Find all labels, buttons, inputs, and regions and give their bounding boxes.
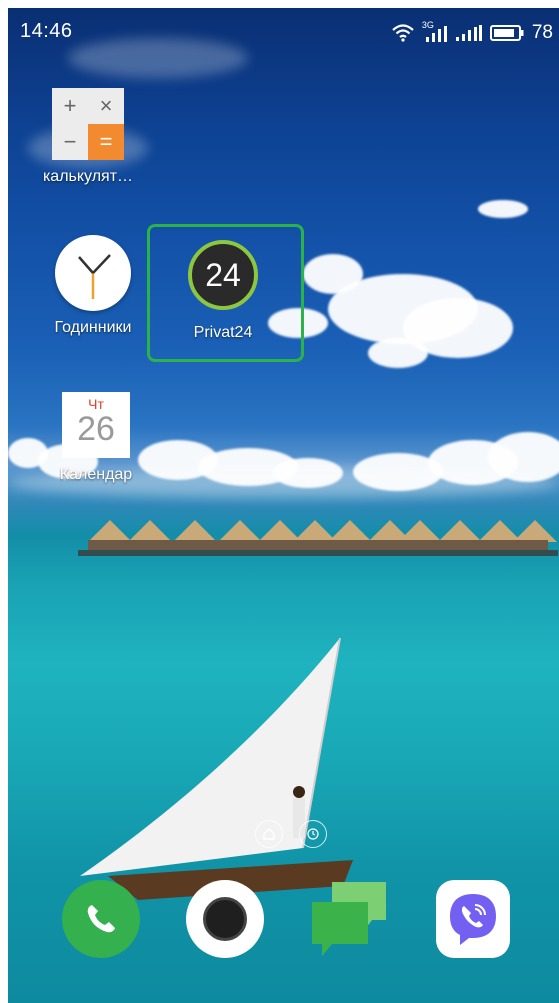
messages-icon xyxy=(312,882,386,956)
calculator-times-glyph: × xyxy=(88,88,124,124)
app-label: Privat24 xyxy=(193,324,253,341)
app-label: калькулят… xyxy=(42,168,134,185)
calculator-plus-glyph: + xyxy=(52,88,88,124)
wifi-icon xyxy=(392,24,414,42)
sailboat xyxy=(80,638,353,900)
home-screen: 14:46 3G 78 + × − = калькулят… Годинники… xyxy=(8,8,559,1003)
battery-icon xyxy=(489,25,524,41)
clock-small-icon[interactable] xyxy=(299,820,327,848)
app-calendar[interactable]: Чт 26 Календар xyxy=(46,392,146,484)
app-label: Годинники xyxy=(54,319,132,336)
app-calculator[interactable]: + × − = калькулят… xyxy=(38,88,138,186)
dock-messages[interactable] xyxy=(310,880,388,958)
calculator-icon: + × − = xyxy=(52,88,124,160)
app-label: Календар xyxy=(59,466,133,483)
home-icon[interactable] xyxy=(255,820,283,848)
status-time: 14:46 xyxy=(20,20,73,42)
calendar-day: 26 xyxy=(77,410,115,448)
dock-viber[interactable] xyxy=(436,880,510,958)
privat24-icon: 24 xyxy=(188,240,258,310)
overwater-huts xyxy=(78,496,558,556)
app-privat24[interactable]: 24 Privat24 xyxy=(173,240,273,342)
calculator-minus-glyph: − xyxy=(52,124,88,160)
dock-phone[interactable] xyxy=(62,880,140,958)
status-bar: 14:46 3G 78 xyxy=(8,8,559,54)
dock-camera[interactable] xyxy=(186,880,264,958)
phone-icon xyxy=(87,905,115,933)
clock-icon xyxy=(55,235,131,311)
app-clock[interactable]: Годинники xyxy=(43,235,143,337)
battery-percent: 78 xyxy=(531,22,553,43)
signal-icon xyxy=(455,25,482,41)
signal-3g-icon: 3G xyxy=(422,20,448,42)
calculator-equals-glyph: = xyxy=(88,124,124,160)
privat24-icon-text: 24 xyxy=(205,256,241,293)
calendar-icon: Чт 26 xyxy=(62,392,130,458)
camera-icon xyxy=(203,897,247,941)
viber-icon xyxy=(450,894,496,945)
